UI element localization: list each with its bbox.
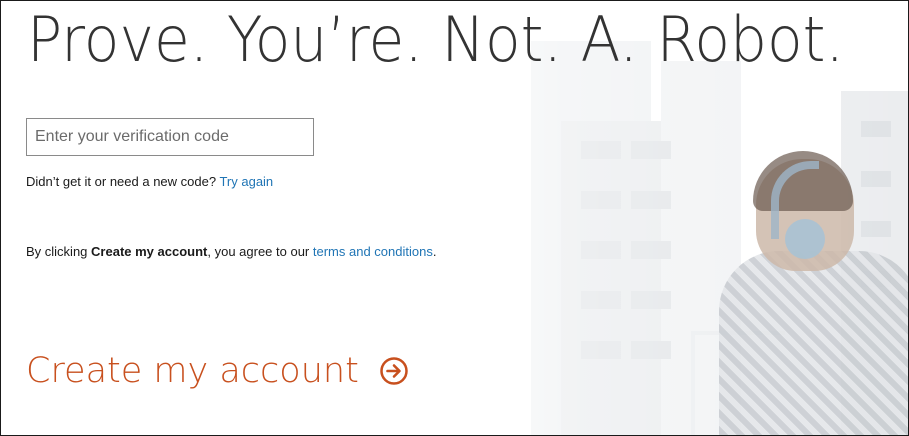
arrow-circle-right-icon — [379, 356, 409, 386]
resend-code-row: Didn’t get it or need a new code? Try ag… — [26, 174, 273, 189]
terms-prefix: By clicking — [26, 244, 92, 259]
try-again-link[interactable]: Try again — [219, 174, 273, 189]
terms-and-conditions-link[interactable]: terms and conditions — [313, 244, 433, 259]
terms-middle: , you agree to our — [207, 244, 313, 259]
terms-bold-action: Create my account — [91, 244, 208, 259]
create-account-button[interactable]: Create my account — [26, 349, 409, 393]
terms-notice: By clicking Create my account, you agree… — [26, 244, 436, 259]
verification-code-input[interactable] — [26, 118, 314, 156]
create-account-label: Create my account — [26, 351, 359, 391]
page-title: Prove. You’re. Not. A. Robot. — [27, 3, 845, 76]
terms-suffix: . — [432, 244, 437, 259]
verification-form: Prove. You’re. Not. A. Robot. Didn’t get… — [1, 1, 908, 435]
resend-prompt: Didn’t get it or need a new code? — [26, 174, 220, 189]
signup-verification-window: Prove. You’re. Not. A. Robot. Didn’t get… — [0, 0, 909, 436]
